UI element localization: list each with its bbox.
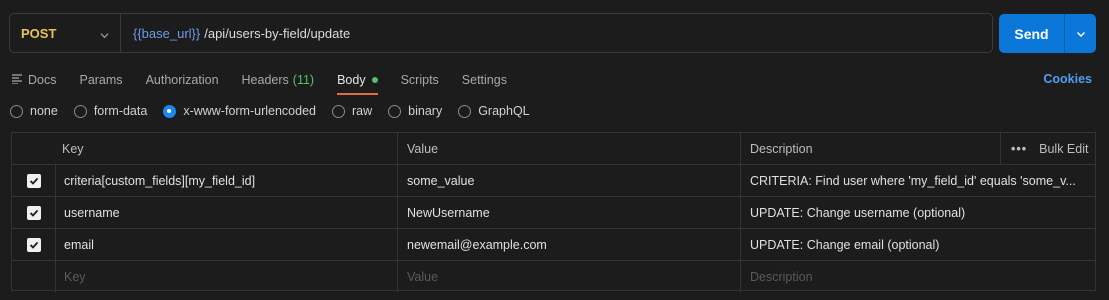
docs-icon	[12, 73, 23, 87]
bulk-edit-label: Bulk Edit	[1039, 141, 1089, 156]
description-text: UPDATE: Change email (optional)	[750, 237, 940, 252]
checkmark-icon	[29, 241, 38, 249]
key-cell[interactable]: username	[55, 197, 397, 228]
checkmark-icon	[29, 177, 38, 185]
send-button-group: Send	[999, 14, 1096, 53]
key-text: username	[64, 205, 120, 220]
tab-label: Headers	[241, 73, 289, 87]
radio-x-www-form-urlencoded[interactable]: x-www-form-urlencoded	[163, 104, 316, 118]
checkmark-icon	[29, 209, 38, 217]
tab-label: Params	[79, 73, 123, 87]
key-cell	[55, 261, 397, 293]
tab-label: Docs	[28, 73, 57, 87]
url-path: /api/users-by-field/update	[204, 25, 351, 41]
table-row: email newemail@example.com UPDATE: Chang…	[12, 229, 1095, 261]
send-button[interactable]: Send	[999, 14, 1064, 53]
new-key-input[interactable]	[64, 270, 381, 284]
radio-binary[interactable]: binary	[388, 104, 442, 118]
radio-circle	[163, 104, 177, 118]
description-cell	[740, 261, 1096, 293]
column-header-description-label: Description	[750, 141, 813, 156]
tab-authorization[interactable]: Authorization	[146, 68, 219, 92]
tab-settings[interactable]: Settings	[462, 68, 507, 92]
request-tabs: Docs Params Authorization Headers (11) B…	[12, 68, 530, 95]
radio-circle	[332, 104, 345, 118]
cookies-link[interactable]: Cookies	[1043, 72, 1092, 86]
description-cell[interactable]: UPDATE: Change username (optional)	[740, 197, 1096, 228]
radio-form-data[interactable]: form-data	[73, 104, 148, 118]
more-options-icon: •••	[1011, 141, 1028, 156]
key-text: email	[64, 237, 94, 252]
radio-circle	[10, 104, 23, 118]
row-checkbox-cell	[12, 197, 55, 228]
row-checkbox-cell	[12, 261, 55, 293]
tab-label: Body	[337, 73, 366, 87]
radio-label: form-data	[93, 104, 148, 118]
tab-headers[interactable]: Headers (11)	[242, 68, 315, 92]
request-url-bar: POST {{base_url}} /api/users-by-field/up…	[9, 13, 993, 53]
table-row: criteria[custom_fields][my_field_id] som…	[12, 165, 1095, 197]
column-header-key: Key	[62, 141, 84, 156]
url-input[interactable]: {{base_url}} /api/users-by-field/update	[121, 14, 992, 52]
value-cell[interactable]: some_value	[397, 165, 740, 196]
radio-graphql[interactable]: GraphQL	[458, 104, 530, 118]
radio-circle	[73, 104, 87, 118]
tab-body[interactable]: Body	[337, 68, 378, 95]
description-cell[interactable]: UPDATE: Change email (optional)	[740, 229, 1096, 260]
value-text: NewUsername	[407, 205, 490, 220]
radio-circle	[458, 104, 472, 118]
tab-label: Scripts	[400, 73, 439, 87]
radio-label: GraphQL	[478, 104, 530, 118]
key-text: criteria[custom_fields][my_field_id]	[64, 173, 256, 188]
radio-none[interactable]: none	[10, 104, 58, 118]
method-label: POST	[21, 25, 57, 41]
table-header-row: Key Value Description ••• Bulk Edit	[12, 133, 1095, 165]
send-options-dropdown[interactable]	[1065, 14, 1096, 53]
chevron-down-icon	[1076, 31, 1085, 37]
value-text: newemail@example.com	[407, 237, 547, 252]
value-cell[interactable]: NewUsername	[397, 197, 740, 228]
description-text: CRITERIA: Find user where 'my_field_id' …	[750, 173, 1076, 188]
row-checkbox[interactable]	[26, 205, 41, 220]
body-active-dot-icon	[371, 77, 378, 83]
key-cell[interactable]: criteria[custom_fields][my_field_id]	[55, 165, 397, 196]
value-text: some_value	[407, 173, 475, 188]
form-urlencoded-table: Key Value Description ••• Bulk Edit crit…	[11, 132, 1096, 293]
new-value-input[interactable]	[407, 270, 724, 284]
bulk-edit-button[interactable]: ••• Bulk Edit	[1000, 133, 1095, 164]
url-variable: {{base_url}}	[133, 25, 201, 41]
tab-label: Settings	[461, 73, 507, 87]
description-text: UPDATE: Change username (optional)	[750, 205, 966, 220]
new-description-input[interactable]	[750, 270, 1079, 284]
tab-docs[interactable]: Docs	[12, 68, 56, 92]
table-row: username NewUsername UPDATE: Change user…	[12, 197, 1095, 229]
radio-raw[interactable]: raw	[332, 104, 372, 118]
radio-label: x-www-form-urlencoded	[183, 104, 316, 118]
radio-label: raw	[352, 104, 373, 118]
body-type-radio-group: none form-data x-www-form-urlencoded raw…	[10, 104, 546, 118]
key-cell[interactable]: email	[55, 229, 397, 260]
column-header-value: Value	[397, 133, 740, 164]
tab-params[interactable]: Params	[79, 68, 122, 92]
method-dropdown[interactable]: POST	[10, 14, 121, 52]
tab-label: Authorization	[145, 73, 219, 87]
table-row-new	[12, 261, 1095, 293]
radio-circle	[388, 104, 402, 118]
tab-scripts[interactable]: Scripts	[401, 68, 439, 92]
row-checkbox-cell	[12, 165, 55, 196]
radio-label: binary	[408, 104, 443, 118]
row-checkbox-cell	[12, 229, 55, 260]
chevron-down-icon	[100, 29, 109, 39]
value-cell[interactable]: newemail@example.com	[397, 229, 740, 260]
radio-label: none	[30, 104, 58, 118]
row-checkbox[interactable]	[26, 173, 41, 188]
row-checkbox[interactable]	[26, 237, 41, 252]
value-cell	[397, 261, 740, 293]
description-cell[interactable]: CRITERIA: Find user where 'my_field_id' …	[740, 165, 1096, 196]
headers-count-badge: (11)	[292, 73, 315, 87]
